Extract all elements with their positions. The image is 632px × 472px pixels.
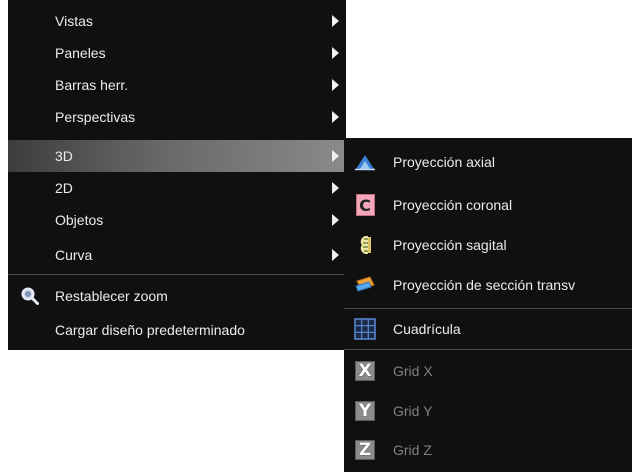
menu-item-paneles[interactable]: Paneles [8,37,346,69]
submenu-item-label: Grid X [393,363,433,379]
submenu-item-label: Proyección sagital [393,237,507,253]
grid-x-icon: X [354,360,376,382]
menu-item-2d[interactable]: 2D [8,172,346,204]
submenu-item-label: Proyección axial [393,154,495,170]
grid-axis-letter: X [358,361,372,381]
menu-item-load-default-layout[interactable]: Cargar diseño predeterminado [8,314,346,346]
main-context-menu: Vistas Paneles Barras herr. Perspectivas… [8,0,346,350]
menu-item-label: Paneles [55,45,106,61]
submenu-arrow-icon [332,249,339,261]
submenu-arrow-icon [332,47,339,59]
menu-item-label: Vistas [55,13,93,29]
menu-item-label: 3D [55,148,73,164]
menu-item-label: Curva [55,247,93,263]
submenu-arrow-icon [332,111,339,123]
zoom-icon [19,285,41,307]
menu-item-label: Cargar diseño predeterminado [55,322,245,338]
sagittal-projection-icon [354,234,376,256]
menu-item-barras-herr[interactable]: Barras herr. [8,69,346,101]
submenu-item-grid-x[interactable]: X Grid X [344,355,632,387]
submenu-item-label: Proyección de sección transv [393,277,576,293]
coronal-projection-icon: C [354,194,376,216]
submenu-item-axial-projection[interactable]: Proyección axial [344,146,632,178]
menu-item-3d[interactable]: 3D [8,140,346,172]
submenu-arrow-icon [332,182,339,194]
menu-separator [8,274,346,275]
submenu-3d: Proyección axial C Proyección coronal Pr… [344,138,632,472]
submenu-item-label: Grid Y [393,403,433,419]
submenu-item-cross-section-projection[interactable]: Proyección de sección transv [344,269,632,301]
submenu-item-coronal-projection[interactable]: C Proyección coronal [344,189,632,221]
menu-item-reset-zoom[interactable]: Restablecer zoom [8,280,346,312]
grid-z-icon: Z [354,439,376,461]
menu-item-curva[interactable]: Curva [8,239,346,271]
grid-axis-letter: Z [358,440,372,460]
menu-item-vistas[interactable]: Vistas [8,5,346,37]
menu-item-label: Perspectivas [55,109,136,125]
submenu-item-label: Cuadrícula [393,321,461,337]
menu-item-objetos[interactable]: Objetos [8,204,346,236]
grid-y-icon: Y [354,400,376,422]
axial-projection-icon [354,151,376,173]
menu-item-label: 2D [55,180,73,196]
cross-section-projection-icon [354,274,376,296]
submenu-item-label: Proyección coronal [393,197,513,213]
submenu-item-label: Grid Z [393,442,432,458]
grid-icon [354,318,376,340]
menu-item-label: Restablecer zoom [55,288,168,304]
submenu-item-grid[interactable]: Cuadrícula [344,313,632,345]
submenu-arrow-icon [332,150,339,162]
submenu-item-grid-y[interactable]: Y Grid Y [344,395,632,427]
submenu-arrow-icon [332,79,339,91]
menu-item-label: Objetos [55,212,104,228]
submenu-separator [344,308,632,309]
grid-axis-letter: Y [358,401,372,421]
menu-item-perspectivas[interactable]: Perspectivas [8,101,346,133]
menu-item-label: Barras herr. [55,77,129,93]
submenu-arrow-icon [332,15,339,27]
submenu-item-grid-z[interactable]: Z Grid Z [344,434,632,466]
submenu-arrow-icon [332,214,339,226]
submenu-item-sagittal-projection[interactable]: Proyección sagital [344,229,632,261]
submenu-separator [344,349,632,350]
